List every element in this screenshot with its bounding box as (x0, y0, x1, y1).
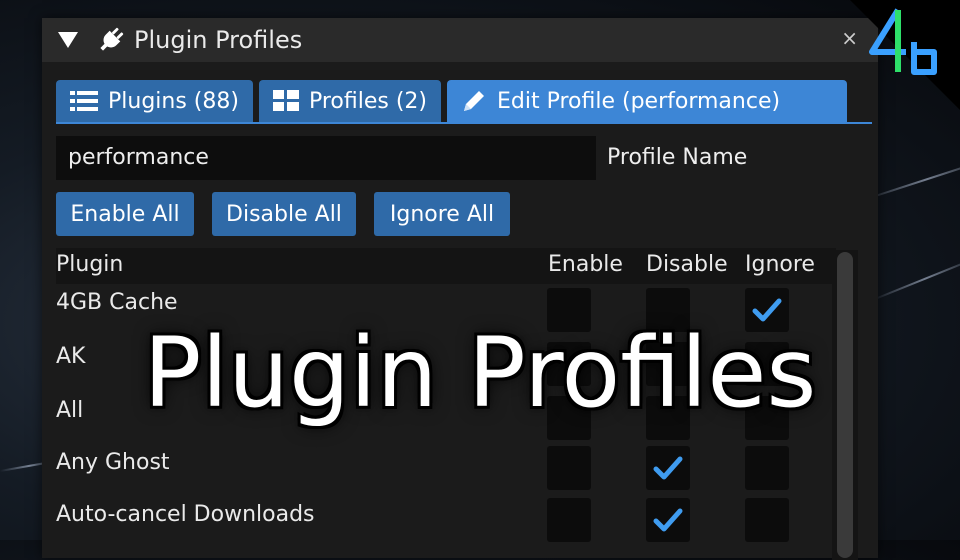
enable-checkbox[interactable] (547, 446, 591, 490)
plugin-profiles-window: Plugin Profiles × Plugins (88) Profiles … (42, 18, 878, 560)
enable-all-button[interactable]: Enable All (56, 192, 194, 236)
tab-edit-profile[interactable]: Edit Profile (performance) (447, 80, 847, 122)
channel-logo (850, 0, 960, 110)
plugin-row-label: 4GB Cache (56, 290, 178, 315)
ignore-all-button[interactable]: Ignore All (374, 192, 510, 236)
overlay-title: Plugin Profiles (143, 317, 817, 429)
checkmark-icon (653, 508, 683, 532)
profile-name-label: Profile Name (607, 145, 748, 170)
plug-icon (100, 27, 124, 51)
grid-icon (272, 90, 299, 111)
profile-name-input[interactable]: performance (56, 136, 596, 180)
window-titlebar[interactable]: Plugin Profiles × (42, 18, 878, 62)
ignore-checkbox[interactable] (745, 446, 789, 490)
column-header-enable[interactable]: Enable (548, 252, 623, 277)
window-title: Plugin Profiles (134, 26, 303, 54)
ignore-checkbox[interactable] (745, 498, 789, 542)
column-header-ignore[interactable]: Ignore (745, 252, 815, 277)
disable-checkbox[interactable] (646, 498, 690, 542)
checkmark-icon (653, 456, 683, 480)
plugin-row-label: Auto-cancel Downloads (56, 502, 315, 527)
column-header-disable[interactable]: Disable (646, 252, 728, 277)
disable-checkbox[interactable] (646, 446, 690, 490)
tab-underline (56, 122, 872, 124)
background-streak (869, 255, 960, 302)
column-header-plugin[interactable]: Plugin (56, 252, 123, 277)
tab-plugins[interactable]: Plugins (88) (56, 80, 253, 122)
list-icon (70, 91, 98, 111)
tab-edit-profile-label: Edit Profile (performance) (497, 88, 781, 114)
enable-checkbox[interactable] (547, 498, 591, 542)
pencil-icon (464, 91, 484, 111)
collapse-triangle-icon[interactable] (58, 32, 78, 48)
tab-profiles-label: Profiles (2) (308, 88, 427, 114)
tab-profiles[interactable]: Profiles (2) (258, 80, 441, 122)
disable-all-button[interactable]: Disable All (212, 192, 356, 236)
plugin-row-label: Any Ghost (56, 450, 170, 475)
tab-bar: Plugins (88) Profiles (2) Edit Profile (… (56, 80, 847, 122)
tab-plugins-label: Plugins (88) (108, 88, 239, 114)
